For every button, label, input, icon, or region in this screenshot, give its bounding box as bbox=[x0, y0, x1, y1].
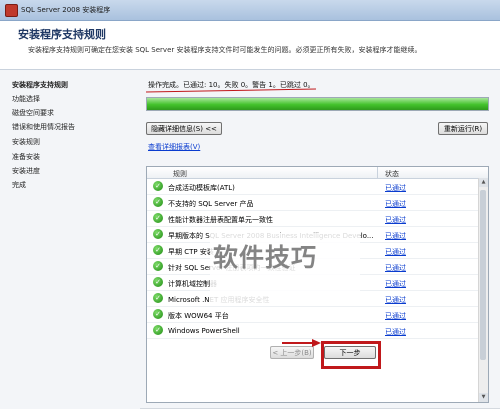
check-icon: ✓ bbox=[153, 325, 163, 335]
sidebar-item-disk-space[interactable]: 磁盘空间要求 bbox=[12, 108, 54, 118]
scroll-down-icon[interactable]: ▼ bbox=[479, 393, 488, 402]
check-icon: ✓ bbox=[153, 245, 163, 255]
table-row[interactable]: ✓ Windows PowerShell 已通过 bbox=[147, 323, 488, 339]
sidebar: 安装程序支持规则 功能选择 磁盘空间要求 错误和使用情况报告 安装规则 准备安装… bbox=[0, 70, 140, 375]
next-button[interactable]: 下一步 bbox=[324, 346, 376, 359]
title-bar: SQL Server 2008 安装程序 bbox=[0, 0, 500, 21]
main-content: 操作完成。已通过: 10。失败 0。警告 1。已跳过 0。 隐藏详细信息(S) … bbox=[140, 70, 500, 409]
rule-status-link[interactable]: 已通过 bbox=[385, 311, 406, 321]
page-description: 安装程序支持规则可确定在您安装 SQL Server 安装程序支持文件时可能发生… bbox=[28, 46, 422, 54]
check-icon: ✓ bbox=[153, 293, 163, 303]
table-row[interactable]: ✓ 性能计数器注册表配置单元一致性 已通过 bbox=[147, 211, 488, 227]
app-icon bbox=[5, 4, 18, 17]
check-icon: ✓ bbox=[153, 277, 163, 287]
rule-status-link[interactable]: 已通过 bbox=[385, 183, 406, 193]
column-separator bbox=[377, 167, 378, 178]
rule-status-link[interactable]: 已通过 bbox=[385, 279, 406, 289]
rule-status-link[interactable]: 已通过 bbox=[385, 199, 406, 209]
column-header-rule[interactable]: 规则 bbox=[173, 169, 187, 179]
rule-status-link[interactable]: 已通过 bbox=[385, 327, 406, 337]
check-icon: ✓ bbox=[153, 261, 163, 271]
progress-fill bbox=[147, 98, 488, 110]
table-header: 规则 状态 bbox=[147, 167, 488, 179]
sidebar-item-feature-selection[interactable]: 功能选择 bbox=[12, 94, 40, 104]
watermark-text: 软件技巧 bbox=[213, 243, 318, 272]
rule-status-link[interactable]: 已通过 bbox=[385, 263, 406, 273]
rule-name: 版本 WOW64 平台 bbox=[168, 312, 229, 320]
sidebar-item-error-reporting[interactable]: 错误和使用情况报告 bbox=[12, 122, 75, 132]
page-header: 安装程序支持规则 安装程序支持规则可确定在您安装 SQL Server 安装程序… bbox=[0, 21, 500, 70]
rule-name: 合成活动模板库(ATL) bbox=[168, 184, 235, 192]
red-arrow-annotation bbox=[282, 339, 321, 347]
view-report-link[interactable]: 查看详细报表(V) bbox=[148, 142, 200, 152]
progress-bar bbox=[146, 97, 489, 111]
sidebar-item-support-rules[interactable]: 安装程序支持规则 bbox=[12, 80, 68, 90]
check-icon: ✓ bbox=[153, 213, 163, 223]
rule-name: 不支持的 SQL Server 产品 bbox=[168, 200, 254, 208]
window-title: SQL Server 2008 安装程序 bbox=[21, 6, 111, 14]
sidebar-item-complete[interactable]: 完成 bbox=[12, 180, 26, 190]
table-scrollbar[interactable]: ▲ ▼ bbox=[478, 178, 488, 402]
rule-status-link[interactable]: 已通过 bbox=[385, 295, 406, 305]
scrollbar-thumb[interactable] bbox=[480, 190, 486, 360]
rule-status-link[interactable]: 已通过 bbox=[385, 231, 406, 241]
rule-status-link[interactable]: 已通过 bbox=[385, 215, 406, 225]
page-title: 安装程序支持规则 bbox=[18, 28, 106, 41]
check-icon: ✓ bbox=[153, 309, 163, 319]
table-row[interactable]: ✓ 版本 WOW64 平台 已通过 bbox=[147, 307, 488, 323]
table-row[interactable]: ✓ 合成活动模板库(ATL) 已通过 bbox=[147, 179, 488, 195]
column-header-status[interactable]: 状态 bbox=[385, 169, 399, 179]
check-icon: ✓ bbox=[153, 229, 163, 239]
scroll-up-icon[interactable]: ▲ bbox=[479, 178, 488, 187]
check-icon: ✓ bbox=[153, 197, 163, 207]
sidebar-item-install-progress[interactable]: 安装进度 bbox=[12, 166, 40, 176]
table-row[interactable]: ✓ 不支持的 SQL Server 产品 已通过 bbox=[147, 195, 488, 211]
rule-name: 性能计数器注册表配置单元一致性 bbox=[168, 216, 273, 224]
rule-name: Windows PowerShell bbox=[168, 327, 240, 335]
hide-details-button[interactable]: 隐藏详细信息(S) << bbox=[146, 122, 222, 135]
check-icon: ✓ bbox=[153, 181, 163, 191]
sidebar-item-ready-to-install[interactable]: 准备安装 bbox=[12, 152, 40, 162]
rule-status-link[interactable]: 已通过 bbox=[385, 247, 406, 257]
sidebar-item-install-rules[interactable]: 安装规则 bbox=[12, 137, 40, 147]
rerun-button[interactable]: 重新运行(R) bbox=[438, 122, 488, 135]
